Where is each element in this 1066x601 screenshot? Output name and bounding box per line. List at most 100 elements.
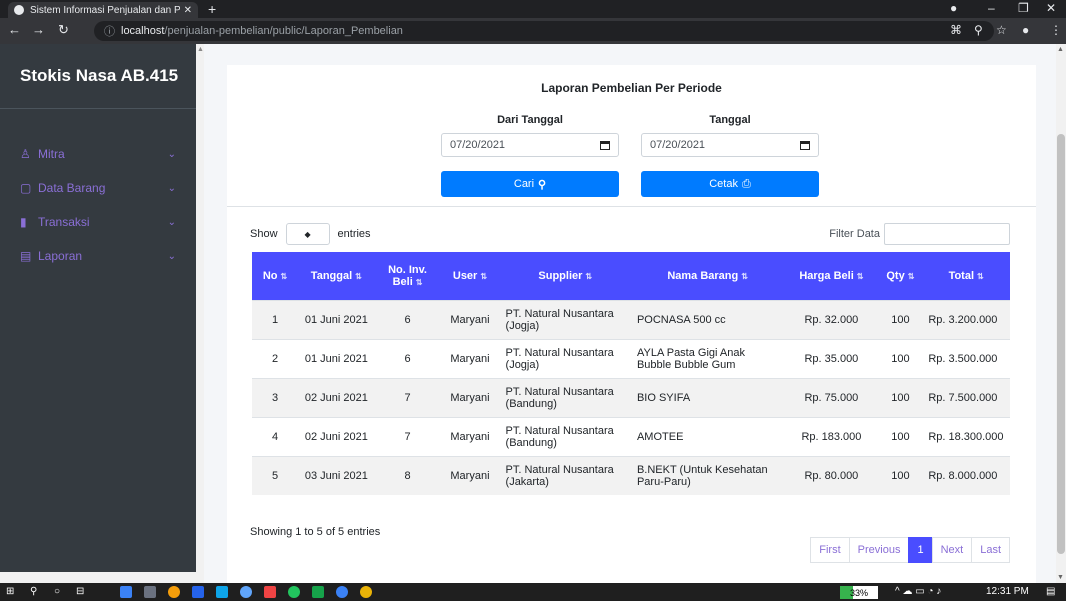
- page-first-button[interactable]: First: [810, 537, 850, 563]
- vscode-icon[interactable]: [216, 586, 228, 598]
- tray-icons[interactable]: ^ ☁ ▭ ◔ ♪: [895, 586, 941, 597]
- table-cell: 8: [404, 469, 411, 482]
- star-icon[interactable]: ☆: [996, 23, 1007, 37]
- table-cell: 01 Juni 2021: [304, 313, 368, 326]
- close-window-icon[interactable]: ✕: [1046, 1, 1056, 15]
- sidebar-item-laporan[interactable]: ▤ Laporan ⌄: [0, 239, 196, 273]
- maximize-icon[interactable]: ❐: [1018, 1, 1029, 15]
- column-header[interactable]: Qty ⇅: [878, 252, 923, 300]
- url-path: /penjualan-pembelian/public/Laporan_Pemb…: [164, 25, 403, 37]
- column-header[interactable]: No. Inv. Beli ⇅: [374, 252, 441, 300]
- table-cell: Rp. 8.000.000: [928, 469, 998, 482]
- word-icon[interactable]: [192, 586, 204, 598]
- filter-data-input[interactable]: [884, 223, 1010, 245]
- profile-circle-icon[interactable]: ●: [950, 1, 957, 15]
- sidebar-scrollbar[interactable]: ▲: [196, 44, 204, 583]
- url-field[interactable]: ⓘ localhost /penjualan-pembelian/public/…: [94, 21, 994, 41]
- cortana-icon[interactable]: ○: [54, 586, 60, 597]
- table-cell: PT. Natural Nusantara (Jogja): [505, 346, 614, 371]
- table-info: Showing 1 to 5 of 5 entries: [250, 526, 381, 538]
- table-cell: 100: [891, 430, 910, 443]
- tab-bar: Sistem Informasi Penjualan dan P ✕ + ● –…: [0, 0, 1066, 18]
- clock[interactable]: 12:31 PM: [986, 586, 1029, 597]
- app-icon[interactable]: [168, 586, 180, 598]
- calendar-icon[interactable]: [800, 140, 810, 150]
- column-header[interactable]: Nama Barang ⇅: [630, 252, 785, 300]
- table-cell: BIO SYIFA: [636, 391, 691, 404]
- forward-icon[interactable]: →: [32, 22, 45, 37]
- notification-icon[interactable]: ▤: [1046, 586, 1055, 597]
- app-icon[interactable]: [360, 586, 372, 598]
- sort-icon: ⇅: [585, 271, 593, 281]
- column-header[interactable]: Supplier ⇅: [499, 252, 631, 300]
- app-icon[interactable]: [240, 586, 252, 598]
- new-tab-icon[interactable]: +: [208, 1, 216, 17]
- from-date-input[interactable]: 07/20/2021: [441, 133, 619, 157]
- column-header[interactable]: Tanggal ⇅: [298, 252, 375, 300]
- close-tab-icon[interactable]: ✕: [184, 5, 192, 16]
- column-header-label: Qty: [886, 269, 905, 282]
- show-label: Show: [250, 228, 278, 240]
- entries-length: Show ◆ entries: [250, 223, 371, 245]
- scroll-up-icon[interactable]: ▲: [197, 46, 204, 53]
- zoom-icon[interactable]: ⚲: [974, 23, 983, 37]
- browser-tab[interactable]: Sistem Informasi Penjualan dan P ✕: [8, 2, 198, 18]
- back-icon[interactable]: ←: [8, 22, 21, 37]
- app-icon[interactable]: [264, 586, 276, 598]
- page-previous-button[interactable]: Previous: [848, 537, 910, 563]
- column-header[interactable]: User ⇅: [440, 252, 500, 300]
- menu-dots-icon[interactable]: ⋮: [1050, 23, 1062, 37]
- task-view-icon[interactable]: ⊟: [76, 586, 84, 597]
- sidebar-horizontal-scrollbar[interactable]: [0, 572, 196, 583]
- app-icon[interactable]: [120, 586, 132, 598]
- table-section: Show ◆ entries Filter Data No ⇅ Tanggal ⇅ No…: [227, 208, 1036, 583]
- battery-label: 33%: [849, 587, 868, 598]
- minimize-icon[interactable]: –: [988, 1, 995, 15]
- page-next-button[interactable]: Next: [931, 537, 973, 563]
- column-header[interactable]: Total ⇅: [922, 252, 1010, 300]
- windows-start-icon[interactable]: ⊞: [6, 586, 14, 597]
- column-header[interactable]: No ⇅: [252, 252, 298, 300]
- table-cell: Rp. 18.300.000: [928, 430, 1004, 443]
- table-cell: Rp. 75.000: [804, 391, 859, 404]
- table-cell: 3: [271, 391, 279, 404]
- table-cell: 100: [891, 352, 910, 365]
- table-row: 5 03 Juni 2021 8 Maryani PT. Natural Nusanta…: [252, 456, 1010, 495]
- table-cell: PT. Natural Nusantara (Bandung): [505, 385, 614, 410]
- search-icon[interactable]: ⚲: [30, 586, 37, 597]
- brand[interactable]: Stokis Nasa AB.415: [0, 44, 196, 109]
- app-icon[interactable]: [144, 586, 156, 598]
- table-cell: 7: [404, 391, 411, 404]
- from-date-value: 07/20/2021: [450, 139, 506, 151]
- battery-indicator[interactable]: 33%: [840, 586, 878, 599]
- search-button[interactable]: Cari ⚲: [441, 171, 619, 197]
- sidebar-item-data-barang[interactable]: ▢ Data Barang ⌄: [0, 171, 196, 205]
- sidebar-item-mitra[interactable]: ♙ Mitra ⌄: [0, 137, 196, 171]
- telegram-icon[interactable]: [336, 586, 348, 598]
- sort-icon: ⇅: [480, 271, 488, 281]
- translate-icon[interactable]: ⌘: [950, 23, 962, 37]
- page-scrollbar[interactable]: ▲ ▼: [1056, 44, 1066, 583]
- scrollbar-thumb[interactable]: [1057, 134, 1065, 554]
- scroll-down-icon[interactable]: ▼: [1057, 574, 1064, 581]
- print-button[interactable]: Cetak ⎙: [641, 171, 819, 197]
- page-last-button[interactable]: Last: [971, 537, 1010, 563]
- column-header-label: Supplier: [538, 269, 583, 282]
- sort-icon: ⇅: [907, 271, 915, 281]
- search-button-label: Cari: [513, 178, 535, 190]
- column-header-label: Harga Beli: [799, 269, 854, 282]
- page-current-button[interactable]: 1: [908, 537, 933, 563]
- entries-select[interactable]: ◆: [285, 223, 330, 245]
- calendar-icon[interactable]: [600, 140, 610, 150]
- excel-icon[interactable]: [312, 586, 324, 598]
- table-cell: Maryani: [450, 313, 490, 326]
- column-header[interactable]: Harga Beli ⇅: [784, 252, 879, 300]
- account-icon[interactable]: ●: [1022, 23, 1029, 37]
- filter-section: Laporan Pembelian Per Periode Dari Tangg…: [227, 65, 1036, 207]
- chrome-icon[interactable]: [288, 586, 300, 598]
- reload-icon[interactable]: ↻: [58, 22, 69, 38]
- table-cell: 02 Juni 2021: [304, 391, 368, 404]
- scroll-up-icon[interactable]: ▲: [1057, 46, 1064, 53]
- to-date-input[interactable]: 07/20/2021: [641, 133, 819, 157]
- sidebar-item-transaksi[interactable]: ▮ Transaksi ⌄: [0, 205, 196, 239]
